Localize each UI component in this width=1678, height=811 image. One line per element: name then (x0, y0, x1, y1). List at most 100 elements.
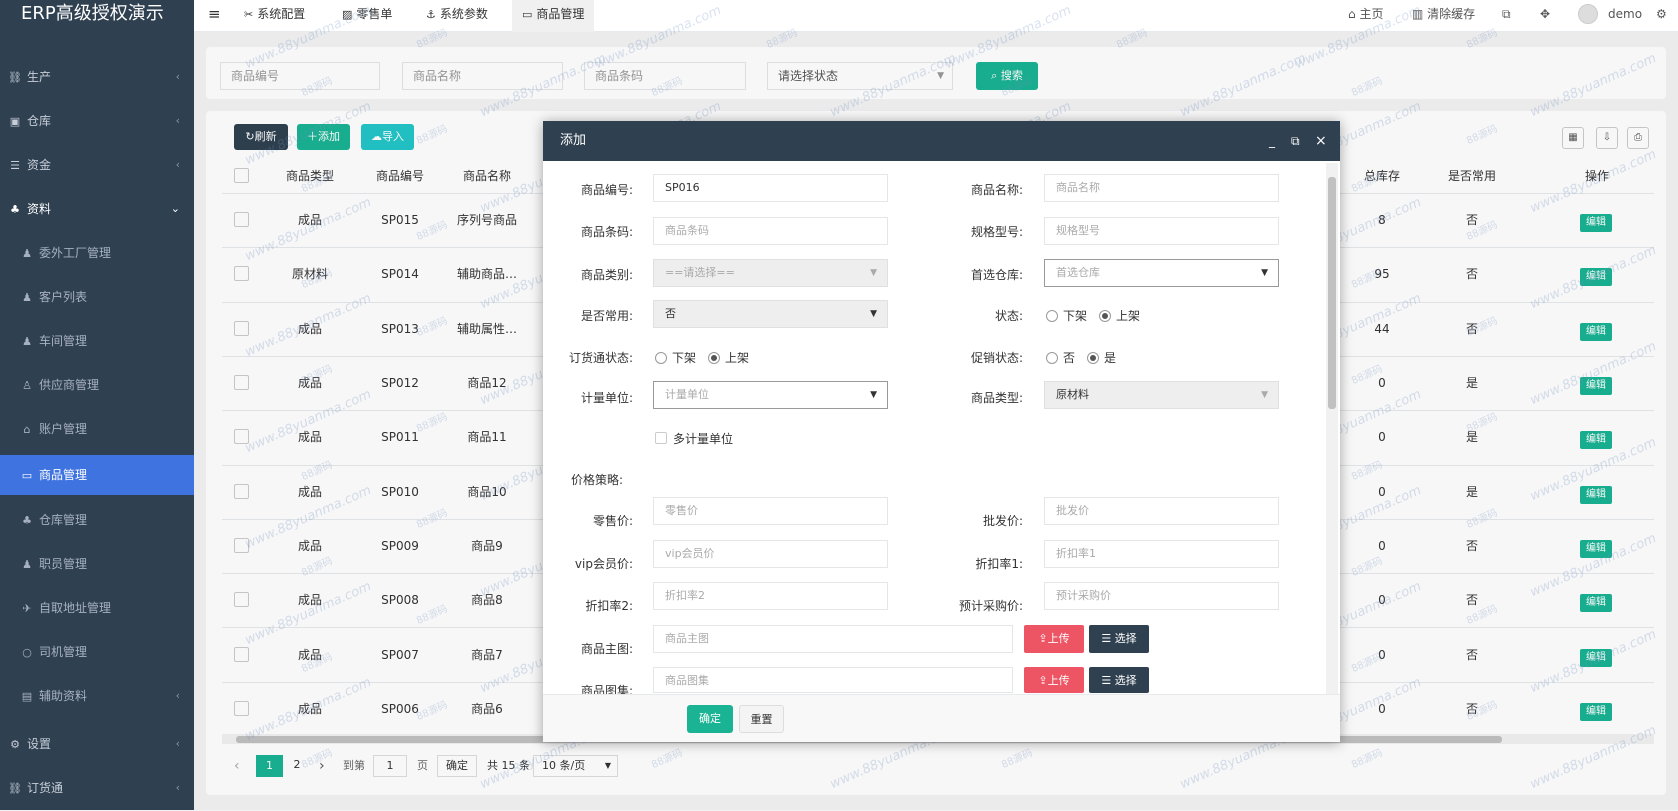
promo-no-radio[interactable] (1046, 352, 1058, 364)
upload-icon: ⇪ (1038, 632, 1048, 645)
circle-icon: ○ (22, 646, 32, 659)
user-name[interactable]: demo (1608, 0, 1642, 32)
user-tie-icon: ♙ (22, 379, 32, 392)
topbar: ≡ ✂ 系统配置 ▨ 零售单 ⚓ 系统参数 ▭ 商品管理 ⌂ 主页 ▥ 清除缓存 ⧉ ✥… (194, 0, 1678, 32)
upload-label: 上传 (1047, 674, 1070, 687)
vip-label: vip会员价: (574, 557, 633, 571)
spec-input[interactable]: 规格型号 (1044, 217, 1279, 245)
goods-type-select[interactable]: 原材料 ▼ (1044, 381, 1279, 409)
name-input[interactable]: 商品名称 (1044, 174, 1279, 202)
warehouse-select[interactable]: 首选仓库 ▼ (1044, 259, 1279, 287)
spec-label: 规格型号: (970, 225, 1023, 239)
chevron-left-icon: ‹ (175, 737, 180, 750)
code-label: 商品编号: (580, 183, 633, 197)
sidebar-item-data[interactable]: ♣ 资料 ⌄ (0, 187, 194, 231)
unit-select-value: 计量单位 (665, 388, 709, 401)
wrench-icon: ✂ (244, 8, 254, 21)
warehouse-icon: ▣ (9, 115, 21, 128)
status-on-label: 上架 (1116, 309, 1141, 323)
gallery-upload-button[interactable]: ⇪上传 (1024, 667, 1084, 693)
gallery-choose-button[interactable]: ☰ 选择 (1089, 667, 1149, 693)
common-select[interactable]: 否 ▼ (653, 300, 888, 328)
sidebar-item-pickup[interactable]: ✈ 自取地址管理 (0, 586, 194, 630)
wholesale-price-input[interactable]: 批发价 (1044, 497, 1279, 525)
unit-label: 计量单位: (580, 391, 633, 405)
minimize-icon[interactable]: _ (1269, 121, 1275, 161)
sidebar-item-settings[interactable]: ⚙ 设置 ‹ (0, 722, 194, 766)
warehouse-select-value: 首选仓库 (1056, 266, 1100, 279)
sidebar-item-supplier[interactable]: ♙ 供应商管理 (0, 363, 194, 407)
gear-icon[interactable]: ⚙ (1656, 0, 1667, 32)
main-image-label: 商品主图: (580, 642, 633, 656)
main-image-upload-button[interactable]: ⇪上传 (1024, 625, 1084, 653)
dialog-scroll-thumb[interactable] (1328, 177, 1336, 409)
status-off-radio[interactable] (1046, 310, 1058, 322)
goods-type-select-value: 原材料 (1056, 388, 1089, 401)
anchor-icon: ⚓ (426, 8, 436, 21)
sidebar-item-driver[interactable]: ○ 司机管理 (0, 630, 194, 674)
clear-cache-link[interactable]: ▥ 清除缓存 (1412, 0, 1475, 32)
discount1-input[interactable]: 折扣率1 (1044, 540, 1279, 568)
retail-label: 零售价: (592, 514, 633, 528)
sidebar-item-funds[interactable]: ☰ 资金 ‹ (0, 143, 194, 187)
sidebar-item-workshop[interactable]: ♟ 车间管理 (0, 319, 194, 363)
network-icon: ⛓ (8, 782, 22, 795)
promo-yes-radio[interactable] (1087, 352, 1099, 364)
confirm-button[interactable]: 确定 (687, 705, 733, 733)
sidebar-item-label: 仓库 (27, 114, 52, 128)
menu-toggle-icon[interactable]: ≡ (208, 0, 221, 32)
sidebar-item-label: 辅助资料 (39, 689, 88, 703)
barcode-input[interactable]: 商品条码 (653, 217, 888, 245)
sidebar-item-order[interactable]: ⛓ 订货通 ‹ (0, 766, 194, 810)
code-input[interactable]: SP016 (653, 174, 888, 202)
trash-icon: ▤ (21, 690, 33, 703)
sidebar-item-outsource[interactable]: ♟ 委外工厂管理 (0, 231, 194, 275)
sidebar-item-accounts[interactable]: ⌂ 账户管理 (0, 407, 194, 451)
multi-unit-checkbox[interactable] (655, 432, 667, 444)
status-on-radio[interactable] (1099, 310, 1111, 322)
upload-icon: ⇪ (1038, 674, 1048, 687)
expand-icon[interactable]: ✥ (1540, 0, 1550, 32)
book-icon: ▭ (522, 8, 533, 21)
main-image-input[interactable]: 商品主图 (653, 625, 1013, 653)
sidebar-item-production[interactable]: ⛓ 生产 ‹ (0, 55, 194, 99)
sidebar-item-staff[interactable]: ♟ 职员管理 (0, 542, 194, 586)
vip-price-input[interactable]: vip会员价 (653, 540, 888, 568)
common-select-value: 否 (665, 307, 676, 320)
reset-button[interactable]: 重置 (739, 705, 784, 733)
unit-select[interactable]: 计量单位 ▼ (653, 381, 888, 409)
tab-system-params[interactable]: ⚓ 系统参数 (426, 0, 488, 32)
sidebar-item-warehouse[interactable]: ▣ 仓库 ‹ (0, 99, 194, 143)
gallery-input[interactable]: 商品图集 (653, 667, 1013, 693)
order-off-radio[interactable] (655, 352, 667, 364)
tab-label: 零售单 (356, 7, 393, 21)
sidebar-item-label: 设置 (27, 737, 52, 751)
sidebar-item-label: 职员管理 (39, 557, 88, 571)
sidebar-item-label: 司机管理 (39, 645, 88, 659)
bank-icon: ⌂ (23, 423, 31, 436)
home-link[interactable]: ⌂ 主页 (1348, 0, 1383, 32)
close-icon[interactable]: × (1315, 121, 1327, 161)
order-on-radio[interactable] (708, 352, 720, 364)
tab-system-config[interactable]: ✂ 系统配置 (244, 0, 305, 32)
maximize-icon[interactable]: ⧉ (1291, 121, 1300, 161)
tab-label: 系统参数 (439, 7, 488, 21)
tab-label: 商品管理 (536, 7, 585, 21)
tab-goods[interactable]: ▭ 商品管理 (512, 0, 595, 32)
tab-retail[interactable]: ▨ 零售单 (342, 0, 392, 32)
main-image-choose-button[interactable]: ☰ 选择 (1089, 625, 1149, 653)
avatar[interactable] (1578, 4, 1598, 24)
status-label: 状态: (994, 309, 1023, 323)
sidebar-item-warehouse-mgmt[interactable]: ♣ 仓库管理 (0, 498, 194, 542)
discount2-input[interactable]: 折扣率2 (653, 582, 888, 610)
fullscreen-icon[interactable]: ⧉ (1502, 0, 1511, 32)
caret-down-icon: ▼ (1261, 390, 1268, 400)
sidebar-item-customers[interactable]: ♟ 客户列表 (0, 275, 194, 319)
caret-down-icon: ▼ (870, 309, 877, 319)
category-select[interactable]: ==请选择== ▼ (653, 259, 888, 287)
retail-price-input[interactable]: 零售价 (653, 497, 888, 525)
sidebar-item-aux[interactable]: ▤ 辅助资料 ‹ (0, 674, 194, 718)
purchase-price-input[interactable]: 预计采购价 (1044, 582, 1279, 610)
sidebar-item-goods[interactable]: ▭ 商品管理 (0, 455, 194, 495)
discount1-label: 折扣率1: (975, 557, 1023, 571)
